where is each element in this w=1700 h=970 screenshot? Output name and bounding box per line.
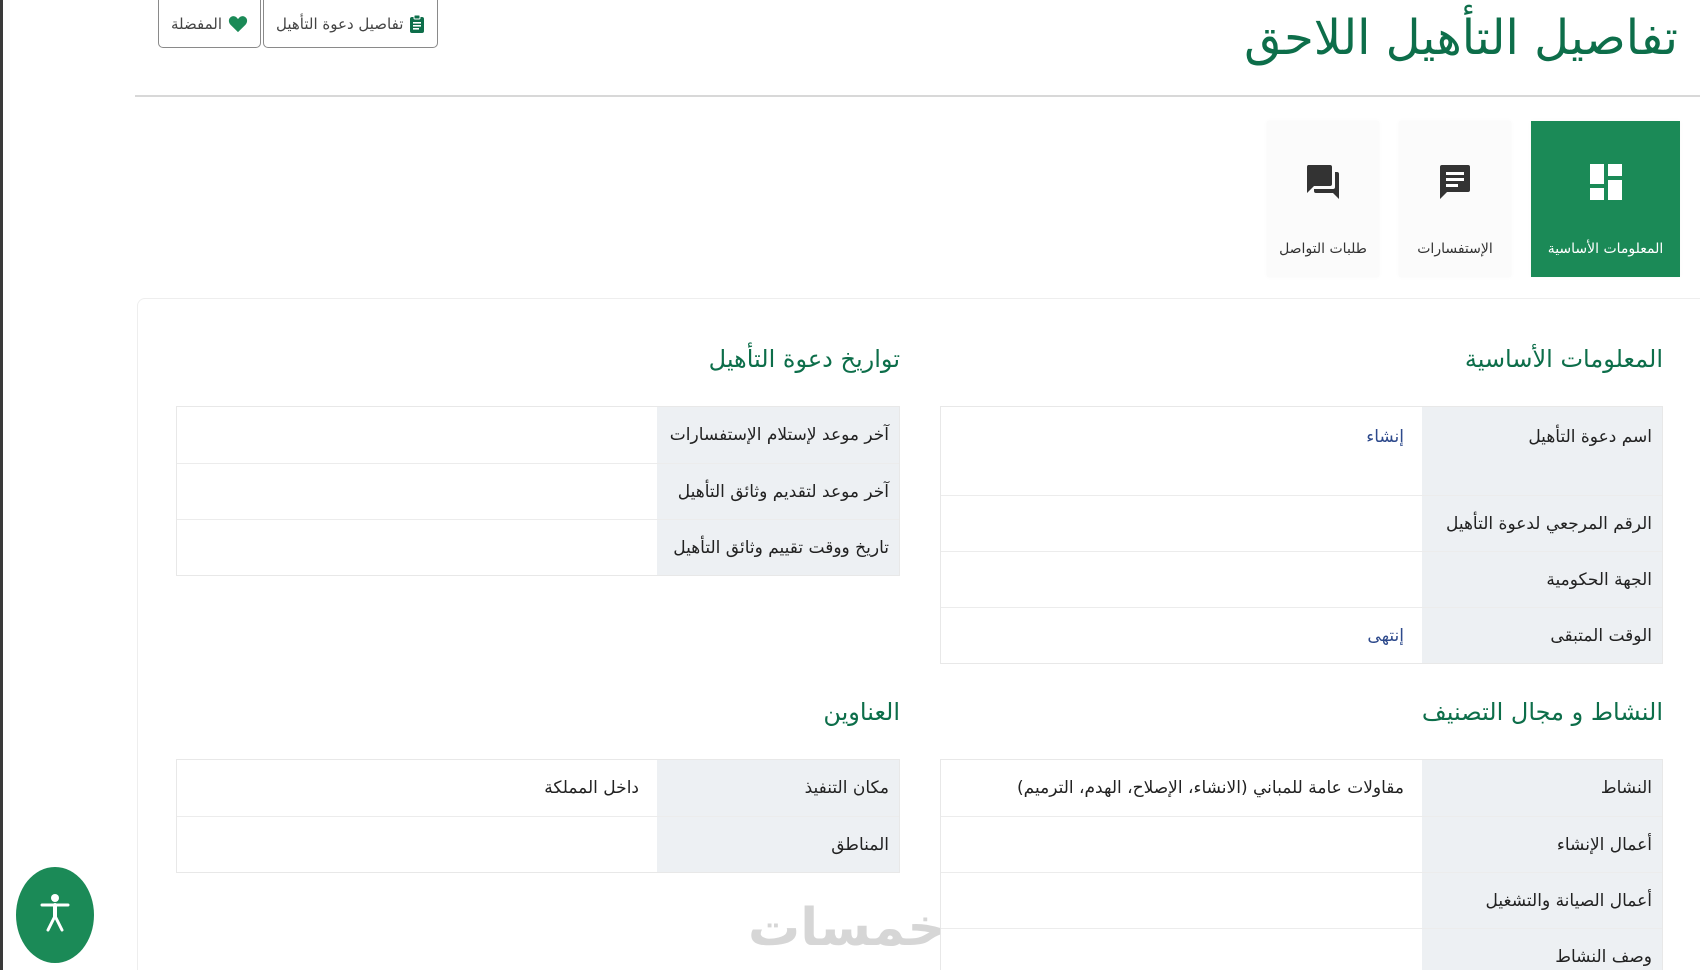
- page-title: تفاصيل التأهيل اللاحق: [1244, 10, 1678, 66]
- table-row: مكان التنفيذ داخل المملكة: [177, 760, 899, 816]
- clipboard-icon: [409, 14, 425, 34]
- row-value: [177, 464, 657, 519]
- row-label: أعمال الإنشاء: [1422, 817, 1662, 872]
- row-value: [941, 817, 1422, 872]
- table-row: وصف النشاط: [941, 928, 1662, 970]
- row-value: [177, 407, 657, 463]
- dates-title: تواريخ دعوة التأهيل: [708, 345, 900, 373]
- addresses-title: العناوين: [823, 698, 900, 726]
- row-value: [941, 552, 1422, 607]
- row-value: [177, 520, 657, 575]
- table-row: النشاط مقاولات عامة للمباني (الانشاء، ال…: [941, 760, 1662, 816]
- row-label: تاريخ ووقت تقييم وثائق التأهيل: [657, 520, 899, 575]
- tab-inquiries-label: الإستفسارات: [1417, 241, 1493, 257]
- heart-icon: [228, 15, 248, 33]
- basic-info-table: اسم دعوة التأهيل إنشاء الرقم المرجعي لدع…: [940, 406, 1663, 664]
- row-value: [941, 929, 1422, 970]
- forum-icon: [1306, 159, 1340, 205]
- row-label: مكان التنفيذ: [657, 760, 899, 816]
- accessibility-icon: [40, 893, 70, 937]
- chat-message-icon: [1439, 159, 1471, 205]
- tab-bar: المعلومات الأساسية الإستفسارات طلبات الت…: [1267, 121, 1680, 277]
- tab-basic-info[interactable]: المعلومات الأساسية: [1531, 121, 1680, 277]
- row-value: إنتهى: [941, 608, 1422, 663]
- table-row: تاريخ ووقت تقييم وثائق التأهيل: [177, 519, 899, 575]
- basic-info-title: المعلومات الأساسية: [1464, 345, 1663, 373]
- tab-contact-requests[interactable]: طلبات التواصل: [1267, 121, 1379, 277]
- table-row: أعمال الصيانة والتشغيل: [941, 872, 1662, 928]
- favorites-label: المفضلة: [171, 14, 223, 33]
- row-value: إنشاء: [941, 407, 1422, 495]
- table-row: الجهة الحكومية: [941, 551, 1662, 607]
- row-label: اسم دعوة التأهيل: [1422, 407, 1662, 495]
- header-divider: [135, 95, 1700, 97]
- invitation-details-button[interactable]: تفاصيل دعوة التأهيل: [263, 0, 439, 48]
- row-value: [177, 817, 657, 872]
- favorites-button[interactable]: المفضلة: [158, 0, 262, 48]
- table-row: آخر موعد لإستلام الإستفسارات: [177, 407, 899, 463]
- table-row: اسم دعوة التأهيل إنشاء: [941, 407, 1662, 495]
- row-label: الجهة الحكومية: [1422, 552, 1662, 607]
- row-label: النشاط: [1422, 760, 1662, 816]
- table-row: الوقت المتبقى إنتهى: [941, 607, 1662, 663]
- activity-table: النشاط مقاولات عامة للمباني (الانشاء، ال…: [940, 759, 1663, 970]
- row-value: مقاولات عامة للمباني (الانشاء، الإصلاح، …: [941, 760, 1422, 816]
- tab-inquiries[interactable]: الإستفسارات: [1399, 121, 1511, 277]
- row-value: داخل المملكة: [177, 760, 657, 816]
- invitation-details-label: تفاصيل دعوة التأهيل: [276, 14, 404, 33]
- top-actions: تفاصيل دعوة التأهيل المفضلة: [158, 0, 439, 48]
- watermark: خمسات: [748, 898, 946, 958]
- dates-table: آخر موعد لإستلام الإستفسارات آخر موعد لت…: [176, 406, 900, 576]
- row-label: وصف النشاط: [1422, 929, 1662, 970]
- row-label: الرقم المرجعي لدعوة التأهيل: [1422, 496, 1662, 551]
- activity-title: النشاط و مجال التصنيف: [1421, 698, 1663, 726]
- row-value: [941, 873, 1422, 928]
- table-row: أعمال الإنشاء: [941, 816, 1662, 872]
- table-row: آخر موعد لتقديم وثائق التأهيل: [177, 463, 899, 519]
- tab-contact-requests-label: طلبات التواصل: [1279, 241, 1367, 257]
- accessibility-button[interactable]: [16, 867, 94, 963]
- row-label: آخر موعد لإستلام الإستفسارات: [657, 407, 899, 463]
- addresses-table: مكان التنفيذ داخل المملكة المناطق: [176, 759, 900, 873]
- row-label: المناطق: [657, 817, 899, 872]
- row-label: آخر موعد لتقديم وثائق التأهيل: [657, 464, 899, 519]
- table-row: الرقم المرجعي لدعوة التأهيل: [941, 495, 1662, 551]
- row-label: الوقت المتبقى: [1422, 608, 1662, 663]
- row-value: [941, 496, 1422, 551]
- table-row: المناطق: [177, 816, 899, 872]
- tab-basic-info-label: المعلومات الأساسية: [1547, 241, 1664, 257]
- dashboard-icon: [1589, 159, 1622, 205]
- window-left-edge: [0, 0, 3, 970]
- row-label: أعمال الصيانة والتشغيل: [1422, 873, 1662, 928]
